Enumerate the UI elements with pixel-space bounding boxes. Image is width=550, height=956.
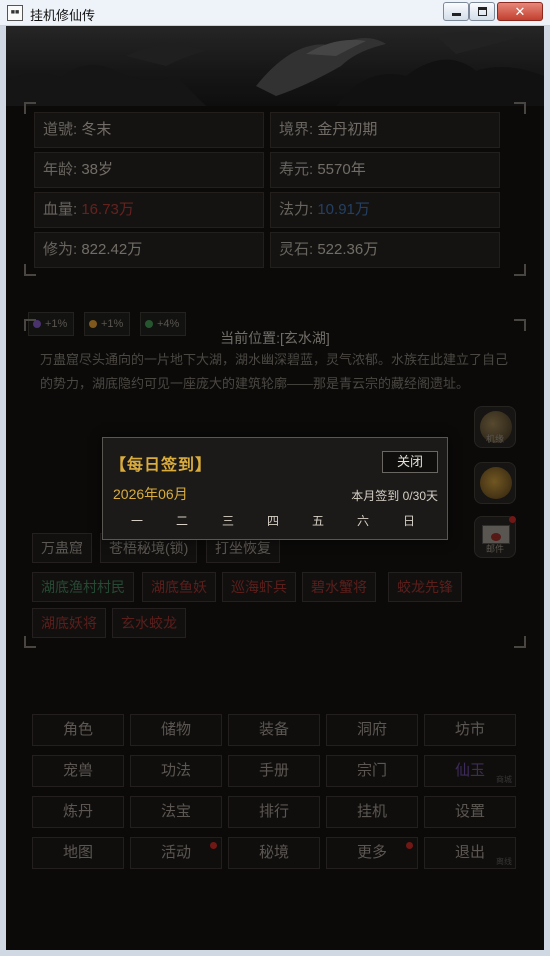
game-content: 道號: 冬末 境界: 金丹初期 年龄: 38岁 寿元: 5570年 血量: 16… xyxy=(6,26,544,950)
weekday-fri: 五 xyxy=(311,514,324,528)
close-icon: ✕ xyxy=(514,4,526,19)
weekday-tue: 二 xyxy=(175,514,188,528)
weekday-sun: 日 xyxy=(402,514,415,528)
minimize-button[interactable] xyxy=(443,2,469,21)
window-title: 挂机修仙传 xyxy=(30,8,96,23)
dialog-close-button[interactable]: 关闭 xyxy=(382,451,438,473)
weekday-wed: 三 xyxy=(221,514,234,528)
close-window-button[interactable]: ✕ xyxy=(497,2,543,21)
dialog-title: 【每日签到】 xyxy=(110,457,213,474)
maximize-icon xyxy=(478,7,487,16)
weekday-sat: 六 xyxy=(356,514,369,528)
maximize-button[interactable] xyxy=(469,2,495,21)
title-bar: ■■ 挂机修仙传 ✕ xyxy=(0,0,550,26)
dialog-progress: 本月签到 0/30天 xyxy=(351,489,438,503)
dialog-month: 2026年06月 xyxy=(113,486,188,502)
weekday-mon: 一 xyxy=(130,514,143,528)
weekday-thu: 四 xyxy=(266,514,279,528)
app-icon: ■■ xyxy=(7,5,23,21)
daily-signin-dialog: 【每日签到】 关闭 2026年06月 本月签到 0/30天 一 二 三 四 五 … xyxy=(102,437,448,540)
minimize-icon xyxy=(452,13,461,16)
